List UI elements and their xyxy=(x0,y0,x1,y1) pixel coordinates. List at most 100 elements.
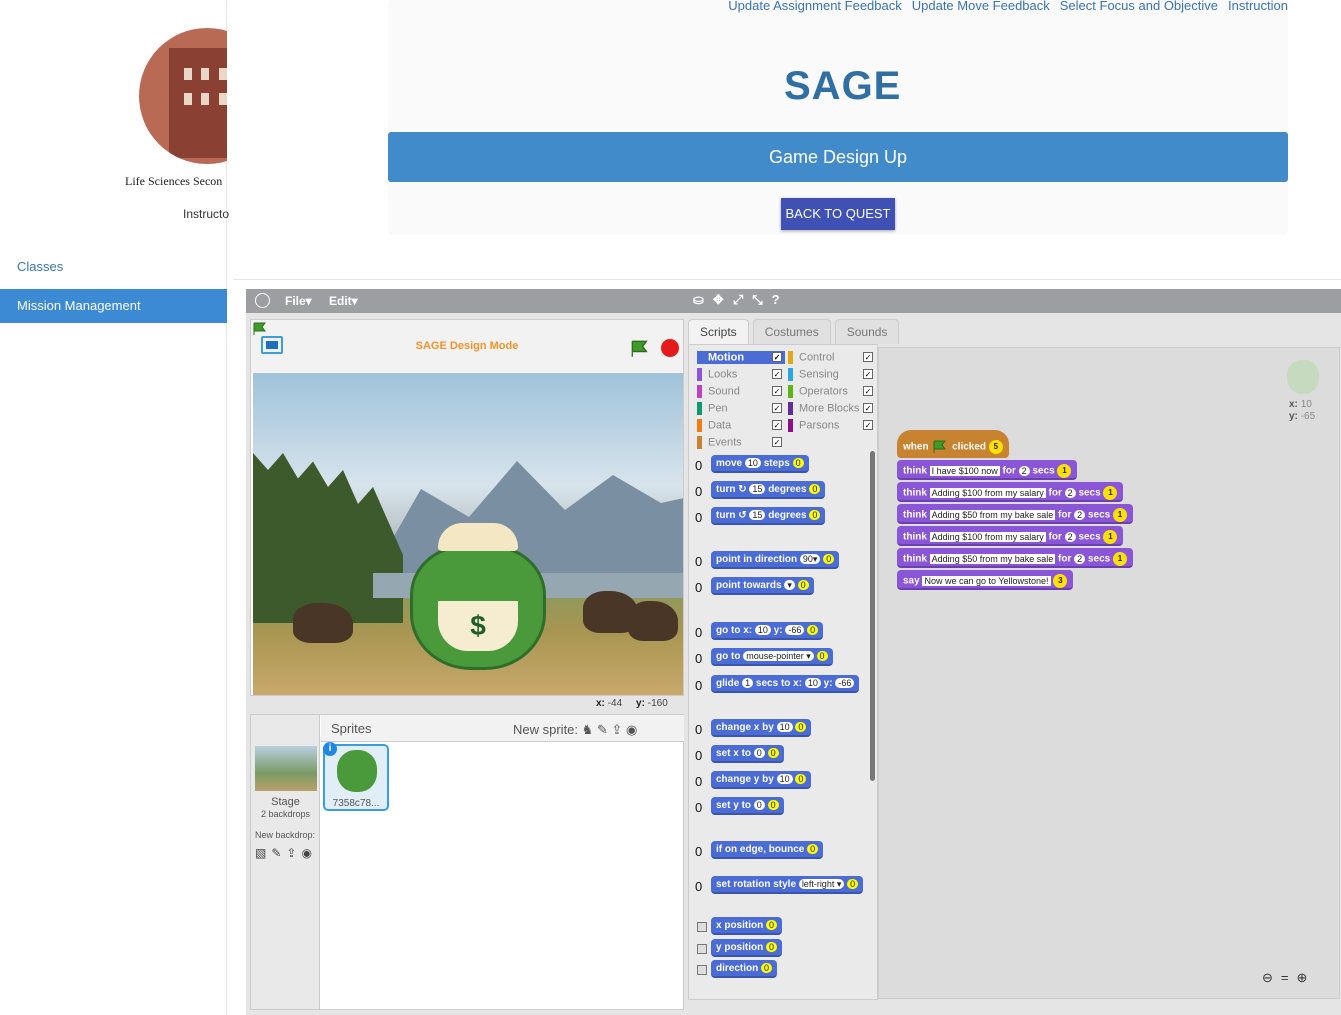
category-checkbox[interactable]: ✓ xyxy=(863,352,873,362)
category-checkbox[interactable]: ✓ xyxy=(772,386,782,396)
motion-block[interactable]: set x to 0 0 xyxy=(711,745,784,763)
think-block[interactable]: think Adding $50 from my bake sale for 2… xyxy=(897,504,1133,524)
sidebar-item-classes[interactable]: Classes xyxy=(17,259,63,274)
say-block[interactable]: say Now we can go to Yellowstone! 3 xyxy=(897,570,1074,590)
tab-scripts[interactable]: Scripts xyxy=(688,319,749,344)
category-checkbox[interactable]: ✓ xyxy=(772,403,782,413)
motion-block[interactable]: turn ↻ 15 degrees 0 xyxy=(711,481,826,499)
motion-block[interactable]: direction 0 xyxy=(711,960,778,978)
category-checkbox[interactable]: ✓ xyxy=(863,420,873,430)
backdrop-library-icon[interactable]: ▧ xyxy=(255,846,266,860)
sprite-library-icon[interactable]: ♞ xyxy=(582,722,594,737)
sage-logo: SAGE xyxy=(784,64,902,108)
camera-backdrop-icon[interactable]: ◉ xyxy=(301,846,311,860)
motion-block[interactable]: set rotation style left-right ▾ 0 xyxy=(711,876,864,894)
tab-costumes[interactable]: Costumes xyxy=(752,319,831,344)
category-checkbox[interactable]: ✓ xyxy=(772,420,782,430)
shrink-icon[interactable]: ⤡ xyxy=(752,292,762,308)
reporter-checkbox[interactable] xyxy=(697,944,707,954)
category-operators[interactable]: Operators ✓ xyxy=(788,385,873,398)
upload-sprite-icon[interactable]: ⇪ xyxy=(611,722,622,737)
think-block[interactable]: think I have $100 now for 2 secs 1 xyxy=(897,460,1078,480)
category-more-blocks[interactable]: More Blocks ✓ xyxy=(788,402,873,415)
category-sensing[interactable]: Sensing ✓ xyxy=(788,368,873,381)
motion-block[interactable]: glide 1 secs to x: 10 y: -66 xyxy=(711,675,860,693)
zoom-reset-icon[interactable]: = xyxy=(1281,970,1289,986)
category-looks[interactable]: Looks ✓ xyxy=(697,368,782,381)
sprites-title: Sprites xyxy=(331,721,372,736)
reporter-checkbox[interactable] xyxy=(697,922,707,932)
help-icon[interactable]: ? xyxy=(772,292,780,308)
upload-backdrop-icon[interactable]: ⇪ xyxy=(286,846,296,860)
stage-thumbnail[interactable] xyxy=(255,746,317,791)
category-motion[interactable]: Motion ✓ xyxy=(697,351,785,364)
sidebar-item-mission-management[interactable]: Mission Management xyxy=(0,289,227,323)
think-block[interactable]: think Adding $100 from my salary for 2 s… xyxy=(897,526,1124,546)
zoom-in-icon[interactable]: ⊕ xyxy=(1297,970,1308,986)
category-checkbox[interactable]: ✓ xyxy=(772,437,782,447)
motion-blocks: 0 move 10 steps 0 0 turn ↻ 15 degrees 0 0 tur… xyxy=(689,455,867,995)
green-flag-button[interactable] xyxy=(631,340,649,358)
back-to-quest-button[interactable]: BACK TO QUEST xyxy=(781,198,895,230)
category-checkbox[interactable]: ✓ xyxy=(772,369,782,379)
category-checkbox[interactable]: ✓ xyxy=(863,386,873,396)
update-move-feedback-link[interactable]: Update Move Feedback xyxy=(912,0,1050,13)
category-pen[interactable]: Pen ✓ xyxy=(697,402,782,415)
palette-scrollbar[interactable] xyxy=(870,451,875,781)
globe-icon[interactable] xyxy=(255,293,270,308)
file-menu[interactable]: File▾ xyxy=(285,294,312,308)
category-label: Sound xyxy=(708,385,740,398)
cut-icon[interactable]: ✥ xyxy=(713,292,724,308)
motion-block[interactable]: set y to 0 0 xyxy=(711,797,784,815)
think-block[interactable]: think Adding $50 from my bake sale for 2… xyxy=(897,548,1133,568)
stop-button[interactable] xyxy=(661,339,679,357)
category-checkbox[interactable]: ✓ xyxy=(863,369,873,379)
category-checkbox[interactable]: ✓ xyxy=(772,352,782,362)
motion-block[interactable]: turn ↺ 15 degrees 0 xyxy=(711,507,826,525)
block-badge: 5 xyxy=(988,440,1003,454)
zoom-out-icon[interactable]: ⊖ xyxy=(1262,970,1273,986)
sprites-header: Sprites New sprite: ♞ ✎ ⇪ ◉ xyxy=(321,715,684,742)
category-label: Operators xyxy=(799,385,848,398)
category-control[interactable]: Control ✓ xyxy=(788,351,873,364)
motion-block[interactable]: move 10 steps 0 xyxy=(711,455,809,473)
editor-tabs: Scripts Costumes Sounds xyxy=(688,319,900,344)
money-jar-sprite[interactable]: $ xyxy=(410,523,546,673)
paint-sprite-icon[interactable]: ✎ xyxy=(597,722,608,737)
motion-block[interactable]: go to mouse-pointer ▾ 0 xyxy=(711,648,833,666)
category-events[interactable]: Events ✓ xyxy=(697,436,782,449)
paint-backdrop-icon[interactable]: ✎ xyxy=(271,846,281,860)
block-watcher-value: 0 xyxy=(695,678,703,693)
category-data[interactable]: Data ✓ xyxy=(697,419,782,432)
stage-canvas[interactable]: $ xyxy=(253,373,683,695)
camera-sprite-icon[interactable]: ◉ xyxy=(626,722,637,737)
motion-block[interactable]: change x by 10 0 xyxy=(711,719,812,737)
reporter-checkbox[interactable] xyxy=(697,965,707,975)
instruction-link[interactable]: Instruction xyxy=(1228,0,1288,13)
select-focus-objective-link[interactable]: Select Focus and Objective xyxy=(1060,0,1218,13)
motion-block[interactable]: change y by 10 0 xyxy=(711,771,812,789)
think-block[interactable]: think Adding $100 from my salary for 2 s… xyxy=(897,482,1124,502)
category-parsons[interactable]: Parsons ✓ xyxy=(788,419,873,432)
category-label: Looks xyxy=(708,368,738,381)
motion-block[interactable]: point towards ▾ 0 xyxy=(711,577,814,595)
grow-icon[interactable]: ⤢ xyxy=(733,292,743,308)
motion-block[interactable]: go to x: 10 y: -66 0 xyxy=(711,622,824,640)
category-label: Data xyxy=(708,419,732,432)
motion-block[interactable]: point in direction 90▾ 0 xyxy=(711,551,840,569)
category-checkbox[interactable]: ✓ xyxy=(863,403,873,413)
update-assignment-feedback-link[interactable]: Update Assignment Feedback xyxy=(728,0,901,13)
motion-block[interactable]: x position 0 xyxy=(711,917,783,935)
block-watcher-value: 0 xyxy=(695,879,703,894)
info-icon[interactable]: i xyxy=(323,742,337,756)
category-color-swatch xyxy=(697,351,702,364)
edit-menu[interactable]: Edit▾ xyxy=(329,294,358,308)
script-area[interactable]: x: 10 y: -65 when clicked 5 think I have… xyxy=(878,347,1340,999)
motion-block[interactable]: if on edge, bounce 0 xyxy=(711,841,824,859)
motion-block[interactable]: y position 0 xyxy=(711,939,783,957)
category-sound[interactable]: Sound ✓ xyxy=(697,385,782,398)
duplicate-icon[interactable]: ⛀ xyxy=(693,292,704,308)
when-flag-clicked-block[interactable]: when clicked 5 xyxy=(897,430,1009,458)
tab-sounds[interactable]: Sounds xyxy=(834,319,900,344)
category-label: Motion xyxy=(708,351,745,364)
